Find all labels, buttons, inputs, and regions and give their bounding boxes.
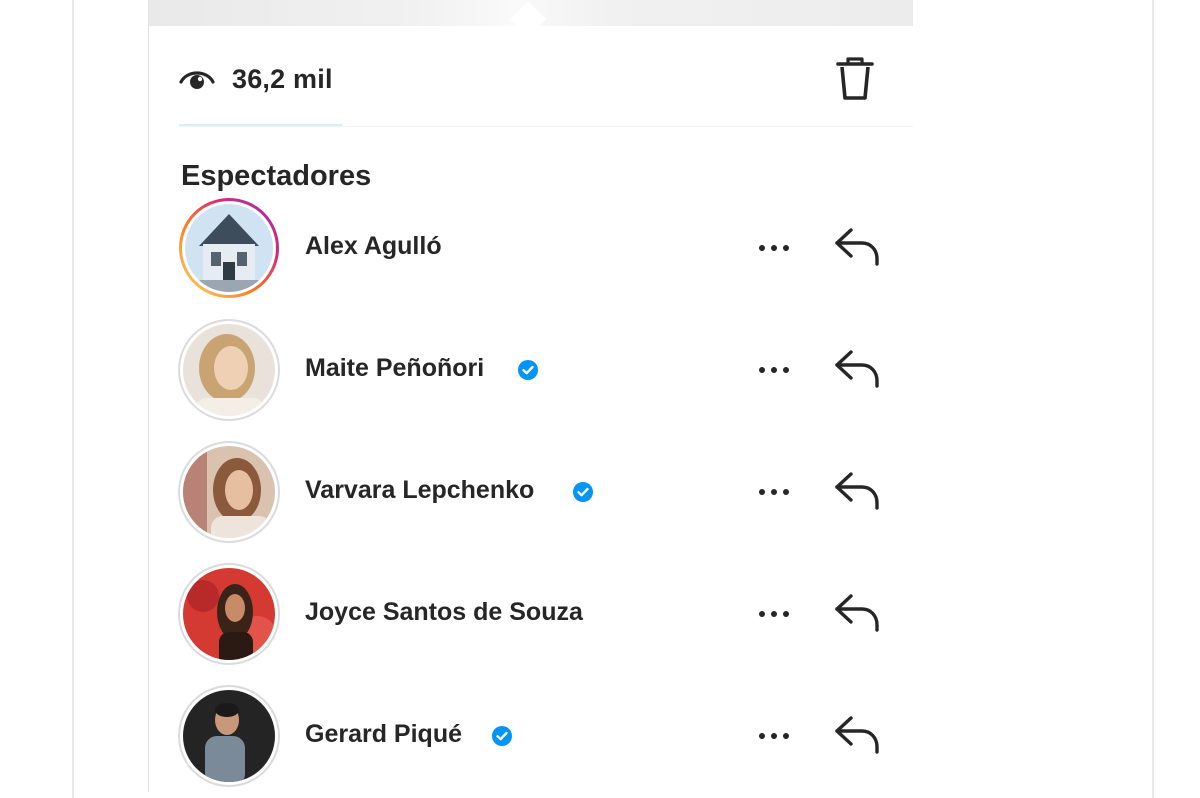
avatar[interactable]	[177, 562, 281, 666]
views-count: 36,2 mil	[232, 64, 333, 94]
viewer-name[interactable]: Joyce Santos de Souza	[305, 598, 583, 627]
avatar[interactable]	[177, 684, 281, 788]
story-preview-thumbnail[interactable]	[149, 0, 913, 38]
more-options-icon[interactable]	[749, 474, 799, 510]
viewer-name[interactable]: Maite Peñoñori	[305, 354, 484, 383]
verified-badge-icon	[518, 360, 538, 380]
viewer-name[interactable]: Alex Agulló	[305, 232, 442, 261]
viewer-row[interactable]: Alex Agulló	[149, 196, 913, 306]
viewer-row[interactable]: Joyce Santos de Souza	[149, 562, 913, 672]
viewer-name[interactable]: Gerard Piqué	[305, 720, 462, 749]
more-options-icon[interactable]	[749, 718, 799, 754]
viewer-row[interactable]: Gerard Piqué	[149, 684, 913, 794]
story-stats-bar: 36,2 mil	[149, 26, 913, 127]
more-options-icon[interactable]	[749, 596, 799, 632]
reply-icon[interactable]	[829, 462, 885, 518]
avatar[interactable]	[177, 318, 281, 422]
eye-icon	[179, 71, 215, 89]
avatar[interactable]	[177, 440, 281, 544]
more-options-icon[interactable]	[749, 352, 799, 388]
avatar-image	[178, 685, 280, 787]
viewer-row[interactable]: Maite Peñoñori	[149, 318, 913, 428]
reply-icon[interactable]	[829, 218, 885, 274]
verified-badge-icon	[573, 482, 593, 502]
avatar-image	[178, 441, 280, 543]
avatar-image	[179, 198, 279, 298]
more-options-icon[interactable]	[749, 230, 799, 266]
viewer-row[interactable]: Varvara Lepchenko	[149, 440, 913, 550]
avatar-image	[178, 563, 280, 665]
avatar[interactable]	[177, 196, 281, 300]
story-viewers-panel: 36,2 mil Espectadores Alex Agulló Maite …	[148, 0, 915, 792]
viewers-section-title: Espectadores	[181, 160, 372, 192]
reply-icon[interactable]	[829, 706, 885, 762]
reply-icon[interactable]	[829, 584, 885, 640]
verified-badge-icon	[492, 726, 512, 746]
avatar-image	[178, 319, 280, 421]
viewer-name[interactable]: Varvara Lepchenko	[305, 476, 534, 505]
reply-icon[interactable]	[829, 340, 885, 396]
trash-icon[interactable]	[833, 54, 877, 102]
divider	[179, 126, 913, 127]
